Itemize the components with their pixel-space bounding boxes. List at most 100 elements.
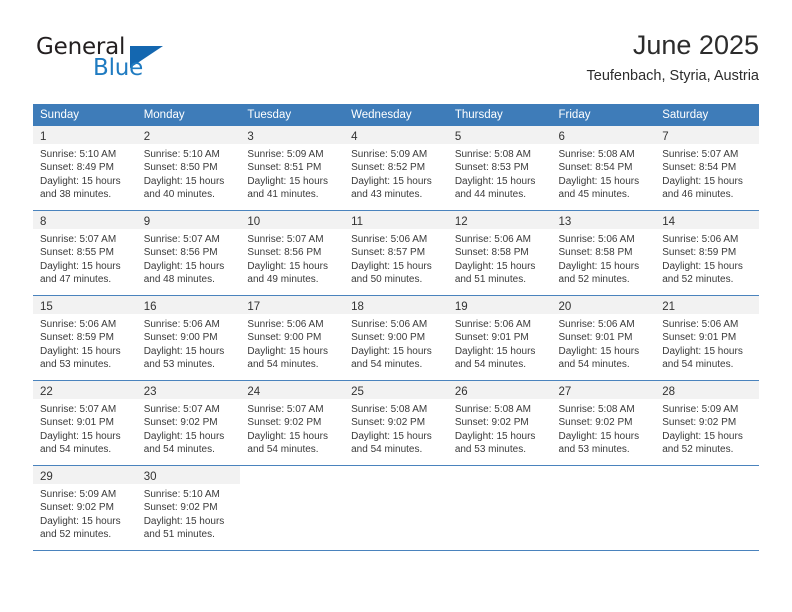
day-cell[interactable]: 19 Sunrise: 5:06 AM Sunset: 9:01 PM Dayligh… <box>447 296 552 380</box>
day-cell[interactable]: 30 Sunrise: 5:10 AM Sunset: 9:02 PM Dayligh… <box>136 466 241 550</box>
day-cell[interactable]: 10 Sunrise: 5:07 AM Sunset: 8:56 PM Dayligh… <box>240 211 345 295</box>
day-details: Sunrise: 5:07 AM Sunset: 9:02 PM Daylight:… <box>137 399 241 456</box>
daylight-text-line2: and 54 minutes. <box>40 443 112 455</box>
sunrise-text: Sunrise: 5:06 AM <box>247 319 324 330</box>
day-cell[interactable]: 11 Sunrise: 5:06 AM Sunset: 8:57 PM Dayligh… <box>344 211 448 295</box>
day-cell[interactable]: 8 Sunrise: 5:07 AM Sunset: 8:55 PM Daylight… <box>33 211 137 295</box>
day-cell[interactable]: 3 Sunrise: 5:09 AM Sunset: 8:51 PM Daylight… <box>240 126 345 210</box>
day-number-strip: 5 <box>447 126 552 144</box>
day-details: Sunrise: 5:08 AM Sunset: 9:02 PM Daylight:… <box>344 399 448 456</box>
daylight-text-line2: and 49 minutes. <box>247 273 319 285</box>
day-cell[interactable]: 5 Sunrise: 5:08 AM Sunset: 8:53 PM Daylight… <box>447 126 552 210</box>
day-cell[interactable]: 6 Sunrise: 5:08 AM Sunset: 8:54 PM Daylight… <box>551 126 656 210</box>
calendar-cell: 4 Sunrise: 5:09 AM Sunset: 8:52 PM Daylight… <box>344 126 448 211</box>
day-cell[interactable]: 7 Sunrise: 5:07 AM Sunset: 8:54 PM Daylight… <box>655 126 759 210</box>
sunset-text: Sunset: 9:02 PM <box>558 417 633 429</box>
calendar-week-row: 29 Sunrise: 5:09 AM Sunset: 9:02 PM Dayligh… <box>33 465 759 551</box>
weekday-header-sunday: Sunday <box>33 104 137 126</box>
day-details: Sunrise: 5:06 AM Sunset: 9:01 PM Daylight:… <box>655 314 759 371</box>
sunset-text: Sunset: 8:55 PM <box>40 247 114 259</box>
sunrise-text: Sunrise: 5:07 AM <box>247 404 324 415</box>
day-cell[interactable]: 16 Sunrise: 5:06 AM Sunset: 9:00 PM Dayligh… <box>136 296 241 380</box>
calendar-cell: 30 Sunrise: 5:10 AM Sunset: 9:02 PM Dayligh… <box>136 465 241 551</box>
day-number-strip: 28 <box>655 381 759 399</box>
day-cell[interactable]: 29 Sunrise: 5:09 AM Sunset: 9:02 PM Dayligh… <box>33 466 137 550</box>
day-number-strip: 27 <box>551 381 656 399</box>
sunrise-text: Sunrise: 5:07 AM <box>247 234 324 245</box>
sunrise-sunset-calendar: Sunday Monday Tuesday Wednesday Thursday Frid… <box>33 104 759 551</box>
day-number: 19 <box>454 301 468 313</box>
general-blue-logo[interactable]: General Blue <box>33 34 203 90</box>
calendar-cell: 23 Sunrise: 5:07 AM Sunset: 9:02 PM Dayligh… <box>136 380 241 466</box>
calendar-cell: 21 Sunrise: 5:06 AM Sunset: 9:01 PM Dayligh… <box>655 295 759 381</box>
day-cell[interactable]: 12 Sunrise: 5:06 AM Sunset: 8:58 PM Dayligh… <box>447 211 552 295</box>
calendar-cell: 19 Sunrise: 5:06 AM Sunset: 9:01 PM Dayligh… <box>447 295 552 381</box>
sunset-text: Sunset: 8:58 PM <box>454 247 529 259</box>
daylight-text-line1: Daylight: 15 hours <box>558 260 640 272</box>
daylight-text-line1: Daylight: 15 hours <box>247 260 329 272</box>
day-cell[interactable]: 4 Sunrise: 5:09 AM Sunset: 8:52 PM Daylight… <box>344 126 448 210</box>
sunrise-text: Sunrise: 5:06 AM <box>558 319 635 330</box>
day-cell[interactable]: 13 Sunrise: 5:06 AM Sunset: 8:58 PM Dayligh… <box>551 211 656 295</box>
daylight-text-line2: and 54 minutes. <box>558 358 630 370</box>
daylight-text-line1: Daylight: 15 hours <box>143 345 225 357</box>
day-cell[interactable]: 18 Sunrise: 5:06 AM Sunset: 9:00 PM Dayligh… <box>344 296 448 380</box>
day-cell[interactable]: 27 Sunrise: 5:08 AM Sunset: 9:02 PM Dayligh… <box>551 381 656 465</box>
daylight-text-line1: Daylight: 15 hours <box>454 260 536 272</box>
sunset-text: Sunset: 9:02 PM <box>662 417 737 429</box>
day-details: Sunrise: 5:10 AM Sunset: 8:49 PM Daylight:… <box>33 144 137 201</box>
day-number-strip: 26 <box>447 381 552 399</box>
daylight-text-line1: Daylight: 15 hours <box>143 260 225 272</box>
day-number-strip: 19 <box>447 296 552 314</box>
daylight-text-line1: Daylight: 15 hours <box>662 260 743 272</box>
calendar-cell: 20 Sunrise: 5:06 AM Sunset: 9:01 PM Dayligh… <box>551 295 656 381</box>
daylight-text-line2: and 54 minutes. <box>351 443 423 455</box>
day-number: 21 <box>662 301 676 313</box>
sunset-text: Sunset: 9:00 PM <box>351 332 426 344</box>
day-number-strip: 9 <box>136 211 241 229</box>
day-cell[interactable]: 28 Sunrise: 5:09 AM Sunset: 9:02 PM Dayligh… <box>655 381 759 465</box>
sunset-text: Sunset: 8:56 PM <box>143 247 218 259</box>
day-details: Sunrise: 5:10 AM Sunset: 8:50 PM Daylight:… <box>137 144 241 201</box>
day-cell[interactable]: 26 Sunrise: 5:08 AM Sunset: 9:02 PM Dayligh… <box>447 381 552 465</box>
sunset-text: Sunset: 9:00 PM <box>143 332 218 344</box>
day-cell[interactable]: 20 Sunrise: 5:06 AM Sunset: 9:01 PM Dayligh… <box>551 296 656 380</box>
daylight-text-line2: and 45 minutes. <box>558 188 630 200</box>
day-cell[interactable]: 17 Sunrise: 5:06 AM Sunset: 9:00 PM Dayligh… <box>240 296 345 380</box>
day-number-strip: 7 <box>655 126 759 144</box>
day-cell[interactable]: 1 Sunrise: 5:10 AM Sunset: 8:49 PM Daylight… <box>33 126 137 210</box>
daylight-text-line2: and 38 minutes. <box>40 188 112 200</box>
day-cell[interactable]: 15 Sunrise: 5:06 AM Sunset: 8:59 PM Dayligh… <box>33 296 137 380</box>
daylight-text-line2: and 54 minutes. <box>247 443 319 455</box>
day-cell[interactable]: 14 Sunrise: 5:06 AM Sunset: 8:59 PM Dayligh… <box>655 211 759 295</box>
day-details: Sunrise: 5:06 AM Sunset: 9:01 PM Daylight:… <box>448 314 552 371</box>
daylight-text-line1: Daylight: 15 hours <box>454 430 536 442</box>
day-details: Sunrise: 5:10 AM Sunset: 9:02 PM Daylight:… <box>137 484 241 541</box>
calendar-cell: 28 Sunrise: 5:09 AM Sunset: 9:02 PM Dayligh… <box>655 380 759 466</box>
sunrise-text: Sunrise: 5:06 AM <box>351 234 428 245</box>
daylight-text-line2: and 43 minutes. <box>351 188 423 200</box>
sunset-text: Sunset: 9:01 PM <box>558 332 633 344</box>
day-cell[interactable]: 22 Sunrise: 5:07 AM Sunset: 9:01 PM Dayligh… <box>33 381 137 465</box>
day-details: Sunrise: 5:07 AM Sunset: 8:55 PM Daylight:… <box>33 229 137 286</box>
daylight-text-line1: Daylight: 15 hours <box>247 345 329 357</box>
calendar-cell: 26 Sunrise: 5:08 AM Sunset: 9:02 PM Dayligh… <box>447 380 552 466</box>
day-cell[interactable]: 2 Sunrise: 5:10 AM Sunset: 8:50 PM Daylight… <box>136 126 241 210</box>
daylight-text-line1: Daylight: 15 hours <box>40 260 121 272</box>
weekday-header-tuesday: Tuesday <box>240 104 345 126</box>
daylight-text-line2: and 40 minutes. <box>143 188 215 200</box>
calendar-cell: 10 Sunrise: 5:07 AM Sunset: 8:56 PM Dayligh… <box>240 210 345 296</box>
day-cell[interactable]: 24 Sunrise: 5:07 AM Sunset: 9:02 PM Dayligh… <box>240 381 345 465</box>
day-cell[interactable]: 25 Sunrise: 5:08 AM Sunset: 9:02 PM Dayligh… <box>344 381 448 465</box>
day-number-strip: 8 <box>33 211 137 229</box>
logo-text-blue: Blue <box>93 55 144 81</box>
sunset-text: Sunset: 9:01 PM <box>454 332 529 344</box>
day-cell-empty <box>344 466 448 550</box>
day-cell[interactable]: 23 Sunrise: 5:07 AM Sunset: 9:02 PM Dayligh… <box>136 381 241 465</box>
day-cell[interactable]: 9 Sunrise: 5:07 AM Sunset: 8:56 PM Daylight… <box>136 211 241 295</box>
calendar-week-row: 8 Sunrise: 5:07 AM Sunset: 8:55 PM Daylight… <box>33 210 759 296</box>
daylight-text-line1: Daylight: 15 hours <box>40 345 121 357</box>
day-cell[interactable]: 21 Sunrise: 5:06 AM Sunset: 9:01 PM Dayligh… <box>655 296 759 380</box>
daylight-text-line1: Daylight: 15 hours <box>351 175 432 187</box>
sunset-text: Sunset: 8:49 PM <box>40 162 114 174</box>
